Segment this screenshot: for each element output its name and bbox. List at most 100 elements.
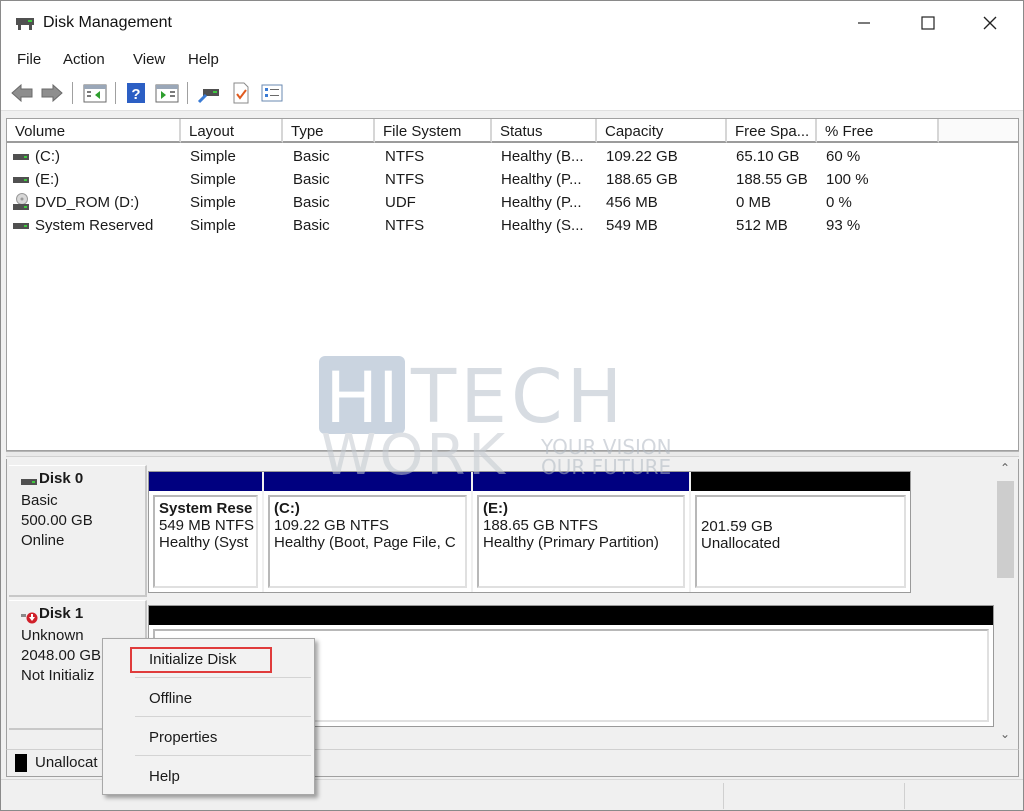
- drive-icon: [13, 154, 29, 160]
- back-arrow-icon[interactable]: [10, 82, 34, 104]
- checklist-icon[interactable]: [229, 82, 253, 104]
- maximize-button[interactable]: [905, 7, 951, 39]
- column-header-volume[interactable]: Volume: [7, 119, 181, 143]
- partition-status: Healthy (Syst: [159, 534, 249, 551]
- volume-row[interactable]: (E:) Simple Basic NTFS Healthy (P... 188…: [7, 169, 1018, 192]
- partition-system-reserved[interactable]: System Rese 549 MB NTFS Healthy (Syst: [149, 472, 262, 592]
- column-header-status[interactable]: Status: [492, 119, 597, 143]
- partition-body: 201.59 GB Unallocated: [695, 495, 906, 588]
- volume-layout: Simple: [190, 148, 236, 165]
- legend-label: Unallocat: [35, 754, 98, 771]
- disk-state: Online: [21, 532, 65, 549]
- partition-color-bar: [149, 472, 262, 491]
- disk-context-menu: Initialize Disk Offline Properties Help: [102, 638, 315, 795]
- menu-file[interactable]: File: [17, 51, 41, 68]
- close-button[interactable]: [967, 7, 1013, 39]
- volume-row[interactable]: (C:) Simple Basic NTFS Healthy (B... 109…: [7, 146, 1018, 169]
- volume-layout: Simple: [190, 194, 236, 211]
- disk-0-info[interactable]: Disk 0 Basic 500.00 GB Online: [9, 465, 147, 597]
- partition-status: Unallocated: [701, 535, 781, 552]
- volume-free-space: 512 MB: [736, 217, 788, 234]
- volume-file-system: NTFS: [385, 148, 425, 165]
- volume-list: Volume Layout Type File System Status Ca…: [6, 118, 1019, 451]
- pane-splitter[interactable]: [6, 451, 1019, 457]
- partition-color-bar: [264, 472, 471, 491]
- partition-e[interactable]: (E:) 188.65 GB NTFS Healthy (Primary Par…: [473, 472, 689, 592]
- volume-free-space: 188.55 GB: [736, 171, 808, 188]
- status-separator: [904, 783, 905, 809]
- partition-size: 188.65 GB NTFS: [483, 517, 599, 534]
- column-header-layout[interactable]: Layout: [181, 119, 283, 143]
- settings-list-icon[interactable]: [260, 82, 284, 104]
- partition-title: (E:): [483, 500, 508, 517]
- action-pane-icon[interactable]: [155, 82, 179, 104]
- minimize-button[interactable]: [841, 7, 887, 39]
- scroll-down-icon[interactable]: ⌄: [994, 727, 1016, 745]
- volume-type: Basic: [293, 148, 330, 165]
- volume-capacity: 456 MB: [606, 194, 658, 211]
- volume-percent-free: 0 %: [826, 194, 852, 211]
- rescan-disks-icon[interactable]: [197, 82, 221, 104]
- menu-action[interactable]: Action: [63, 51, 105, 68]
- toolbar-separator: [72, 82, 73, 104]
- menu-view[interactable]: View: [133, 51, 165, 68]
- scrollbar-thumb[interactable]: [997, 481, 1014, 578]
- menu-item-initialize-disk[interactable]: Initialize Disk: [104, 641, 313, 677]
- menu-separator: [135, 677, 311, 678]
- volume-row[interactable]: DVD_ROM (D:) Simple Basic UDF Healthy (P…: [7, 192, 1018, 215]
- partition-status: Healthy (Primary Partition): [483, 534, 659, 551]
- toolbar: ?: [1, 75, 1023, 111]
- volume-percent-free: 60 %: [826, 148, 861, 165]
- window-title: Disk Management: [43, 14, 172, 31]
- volume-capacity: 188.65 GB: [606, 171, 678, 188]
- disk-type: Unknown: [21, 627, 84, 644]
- toolbar-separator: [187, 82, 188, 104]
- menu-item-help[interactable]: Help: [104, 758, 313, 794]
- volume-name: System Reserved: [35, 217, 154, 234]
- partition-color-bar: [473, 472, 689, 491]
- partition-c[interactable]: (C:) 109.22 GB NTFS Healthy (Boot, Page …: [264, 472, 471, 592]
- dvd-drive-icon: [13, 193, 29, 210]
- menu-bar: File Action View Help: [1, 45, 1023, 75]
- disk-size: 2048.00 GB: [21, 647, 102, 664]
- help-icon[interactable]: ?: [124, 82, 148, 104]
- menu-item-offline[interactable]: Offline: [104, 680, 313, 716]
- volume-status: Healthy (S...: [501, 217, 584, 234]
- partition-unallocated[interactable]: 201.59 GB Unallocated: [691, 472, 910, 592]
- console-tree-icon[interactable]: [83, 82, 107, 104]
- volume-name: DVD_ROM (D:): [35, 194, 140, 211]
- volume-layout: Simple: [190, 171, 236, 188]
- unallocated-swatch: [15, 754, 27, 772]
- column-header-type[interactable]: Type: [283, 119, 375, 143]
- column-header-percent-free[interactable]: % Free: [817, 119, 939, 143]
- column-header-filler: [939, 119, 1018, 143]
- partition-color-bar: [691, 472, 910, 491]
- disk-0-partitions: System Rese 549 MB NTFS Healthy (Syst (C…: [148, 471, 911, 593]
- partition-body: (C:) 109.22 GB NTFS Healthy (Boot, Page …: [268, 495, 467, 588]
- forward-arrow-icon[interactable]: [40, 82, 64, 104]
- volume-capacity: 549 MB: [606, 217, 658, 234]
- disk-management-app-icon: [16, 18, 34, 30]
- volume-type: Basic: [293, 217, 330, 234]
- volume-percent-free: 100 %: [826, 171, 869, 188]
- menu-item-properties[interactable]: Properties: [104, 719, 313, 755]
- column-header-free-space[interactable]: Free Spa...: [727, 119, 817, 143]
- menu-separator: [135, 755, 311, 756]
- volume-row[interactable]: System Reserved Simple Basic NTFS Health…: [7, 215, 1018, 238]
- disk-size: 500.00 GB: [21, 512, 93, 529]
- menu-help[interactable]: Help: [188, 51, 219, 68]
- partition-body: (E:) 188.65 GB NTFS Healthy (Primary Par…: [477, 495, 685, 588]
- disk-name: Disk 0: [39, 470, 84, 487]
- svg-text:?: ?: [131, 86, 140, 103]
- disk-pane-scrollbar[interactable]: ⌃ ⌄: [994, 459, 1016, 749]
- disk-state: Not Initializ: [21, 667, 95, 684]
- drive-icon: [13, 177, 29, 183]
- disk-type: Basic: [21, 492, 58, 509]
- scroll-up-icon[interactable]: ⌃: [994, 461, 1016, 479]
- volume-free-space: 0 MB: [736, 194, 772, 211]
- column-header-capacity[interactable]: Capacity: [597, 119, 727, 143]
- status-separator: [723, 783, 724, 809]
- column-header-file-system[interactable]: File System: [375, 119, 492, 143]
- title-bar: Disk Management: [1, 1, 1023, 45]
- disk-icon: [21, 479, 37, 485]
